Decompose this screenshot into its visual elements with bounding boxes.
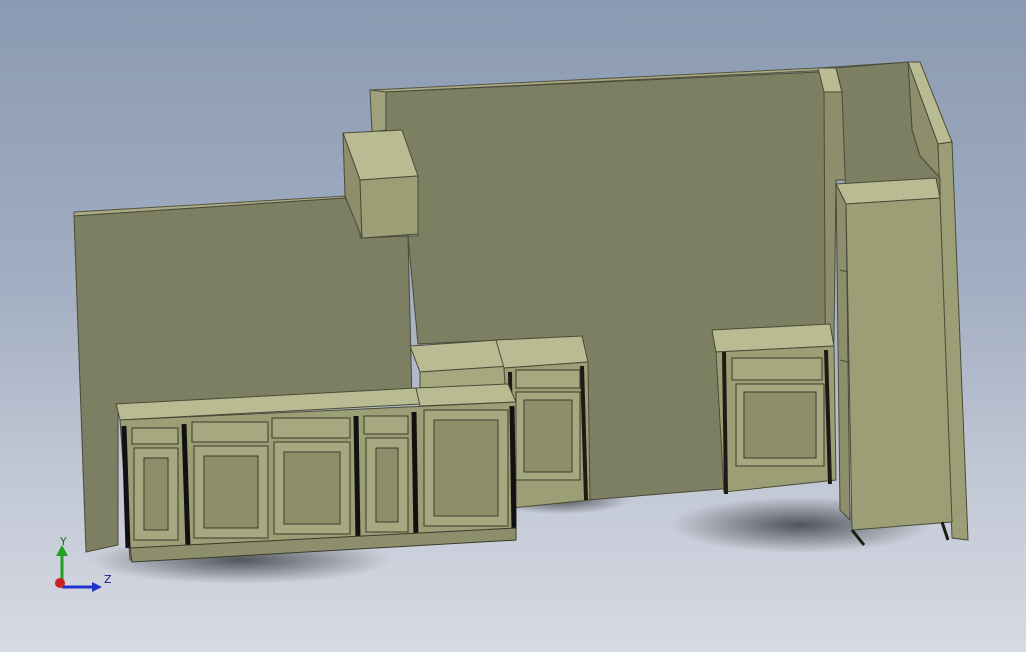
drawer-front[interactable]: [515, 369, 581, 389]
triad-z-label: Z: [104, 573, 112, 586]
drawer-front[interactable]: [363, 415, 409, 435]
coordinate-triad: [55, 545, 102, 592]
cad-viewport[interactable]: Y Z: [0, 0, 1026, 652]
tall-pantry-cabinet[interactable]: [835, 177, 953, 546]
drawer-front[interactable]: [271, 417, 351, 439]
triad-y-label: Y: [60, 535, 67, 548]
x-axis-arrow: [55, 578, 65, 588]
kitchen-cabinet-model[interactable]: [0, 0, 1026, 652]
drawer-front[interactable]: [191, 421, 269, 443]
left-base-cabinet-run[interactable]: [115, 383, 517, 563]
right-base-cabinet[interactable]: [711, 323, 837, 495]
drawer-front[interactable]: [131, 427, 179, 445]
drawer-front[interactable]: [731, 357, 823, 381]
